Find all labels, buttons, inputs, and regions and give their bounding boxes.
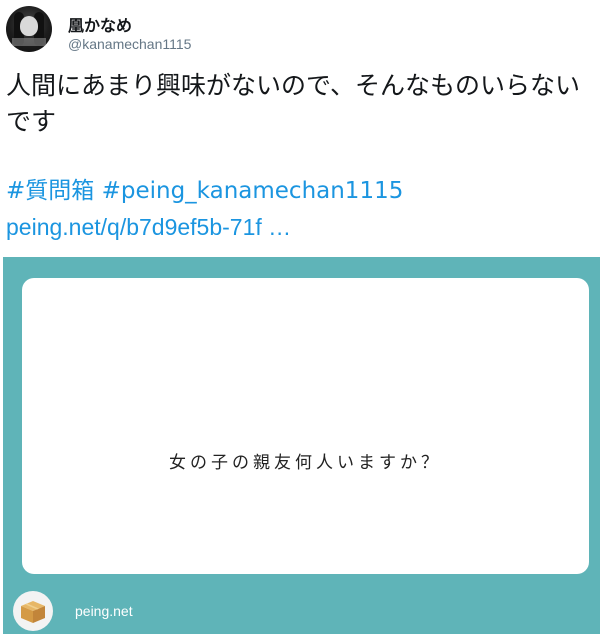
- tweet-text: 人間にあまり興味がないので、そんなものいらないです: [6, 71, 581, 136]
- question-text: 女の子の親友何人いますか？: [169, 453, 442, 473]
- hashtag-link[interactable]: #peing_kanamechan1115: [102, 178, 404, 204]
- site-label: peing.net: [75, 603, 133, 619]
- hashtag-line: #質問箱 #peing_kanamechan1115: [6, 176, 596, 206]
- card-footer: peing.net: [13, 591, 313, 631]
- cardboard-box-icon: [13, 591, 53, 631]
- link-line: peing.net/q/b7d9ef5b-71f …: [6, 212, 291, 242]
- tweet-header: 凰かなめ @kanamechan1115: [6, 6, 586, 60]
- peing-card[interactable]: 女の子の親友何人いますか？ peing.net: [3, 257, 600, 634]
- question-panel: 女の子の親友何人いますか？: [22, 278, 589, 574]
- user-handle[interactable]: @kanamechan1115: [68, 36, 191, 52]
- display-name[interactable]: 凰かなめ: [68, 12, 132, 36]
- avatar[interactable]: [6, 6, 52, 52]
- hashtag-link[interactable]: #質問箱: [6, 178, 94, 204]
- peing-url-link[interactable]: peing.net/q/b7d9ef5b-71f …: [6, 214, 291, 240]
